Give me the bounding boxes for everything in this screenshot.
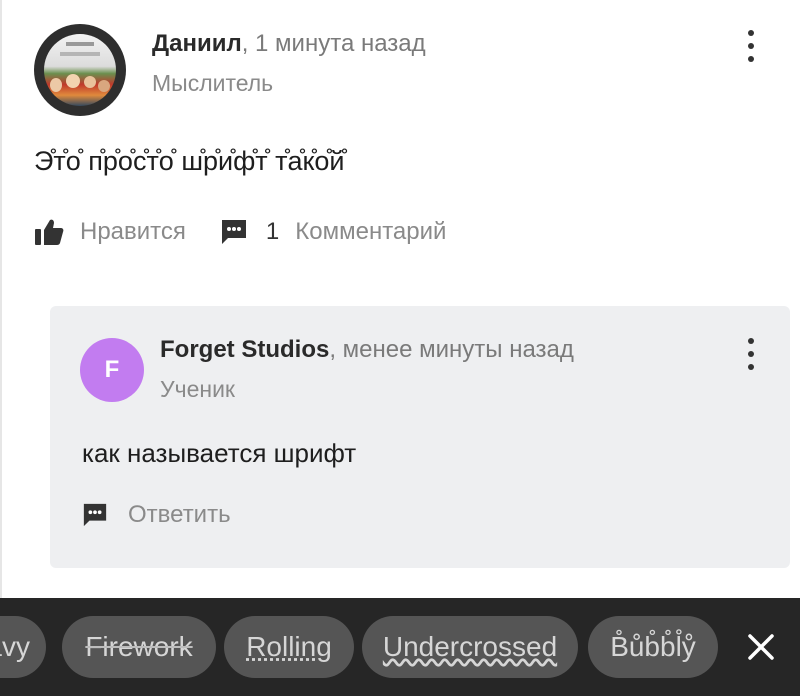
- reply-card: F Forget Studios, менее минуты назад Уче…: [50, 306, 790, 568]
- chip-label: Firework: [85, 631, 193, 662]
- chip-label: Rolling: [246, 631, 332, 662]
- comment-count[interactable]: 1: [266, 218, 279, 246]
- like-button[interactable]: Нравится: [80, 218, 186, 246]
- post-time: , 1 минута назад: [241, 30, 426, 57]
- font-chip-firework[interactable]: Firework: [62, 616, 216, 678]
- close-icon[interactable]: [738, 624, 784, 670]
- more-vertical-icon[interactable]: [746, 30, 756, 62]
- comments-link[interactable]: Комментарий: [295, 218, 446, 246]
- post-text: Э̊т̊о̊ п̊р̊о̊с̊т̊о̊ ш̊р̊и̊ф̊т̊ т̊а̊к̊о̊й…: [34, 146, 345, 176]
- font-chip-heavy[interactable]: avy: [0, 616, 46, 678]
- reply-button[interactable]: Ответить: [82, 500, 231, 530]
- avatar-photo: [44, 34, 116, 106]
- reply-label: Ответить: [128, 501, 231, 528]
- post-actions: Нравится 1 Комментарий: [34, 214, 446, 250]
- font-style-bar: avy Firework Rolling Undercrossed B̊ůb̊b…: [0, 598, 800, 696]
- reply-text: как называется шрифт: [82, 438, 357, 468]
- reply-avatar[interactable]: F: [80, 338, 144, 402]
- font-chip-bubbly[interactable]: B̊ůb̊b̊l̊ẙ: [588, 616, 718, 678]
- reply-time: , менее минуты назад: [329, 336, 574, 363]
- comment-icon[interactable]: [220, 218, 248, 246]
- reply-author-rank: Ученик: [160, 376, 235, 402]
- chip-label: B̊ůb̊b̊l̊ẙ: [610, 631, 696, 662]
- close-glyph: [748, 634, 774, 660]
- comment-icon: [83, 503, 107, 527]
- thumbs-up-icon[interactable]: [34, 218, 64, 246]
- more-vertical-icon[interactable]: [746, 338, 756, 370]
- author-name[interactable]: Даниил: [152, 30, 242, 57]
- author-rank: Мыслитель: [152, 70, 274, 96]
- left-divider: [0, 0, 2, 600]
- font-chip-undercrossed[interactable]: Undercrossed: [362, 616, 578, 678]
- post-header: Даниил, 1 минута назад: [152, 30, 426, 58]
- reply-header: Forget Studios, менее минуты назад: [160, 336, 574, 364]
- chip-label: avy: [0, 631, 30, 662]
- chip-label: Undercrossed: [382, 631, 558, 662]
- author-avatar[interactable]: [34, 24, 126, 116]
- font-chip-rolling[interactable]: Rolling: [224, 616, 354, 678]
- reply-author-name[interactable]: Forget Studios: [160, 336, 329, 363]
